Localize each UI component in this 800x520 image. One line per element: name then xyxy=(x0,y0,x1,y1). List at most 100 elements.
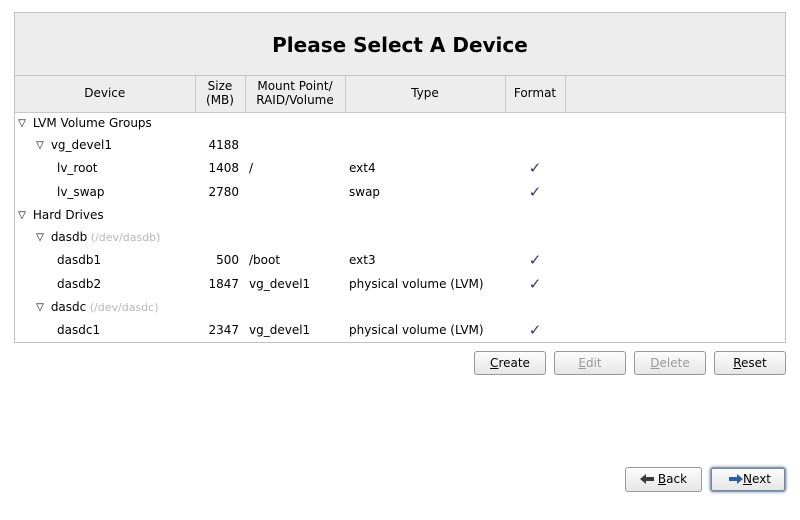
mount-cell: vg_devel1 xyxy=(245,318,345,342)
action-button-row: Create Edit Delete Reset xyxy=(14,351,786,375)
edit-button[interactable]: Edit xyxy=(554,351,626,375)
disclosure-icon[interactable]: ▽ xyxy=(35,232,45,243)
mount-cell xyxy=(245,112,345,134)
device-label: lv_root xyxy=(57,161,98,175)
mount-cell: / xyxy=(245,156,345,180)
mount-cell xyxy=(245,180,345,204)
type-cell xyxy=(345,226,505,248)
device-label: LVM Volume Groups xyxy=(29,116,152,130)
device-label: vg_devel1 xyxy=(47,138,112,152)
device-label: dasdc1 xyxy=(57,323,100,337)
type-cell: ext4 xyxy=(345,156,505,180)
col-device[interactable]: Device xyxy=(15,76,195,112)
size-cell: 1847 xyxy=(195,272,245,296)
col-size[interactable]: Size (MB) xyxy=(195,76,245,112)
device-cell: lv_root xyxy=(15,156,195,180)
format-cell: ✓ xyxy=(505,272,565,296)
format-cell: ✓ xyxy=(505,156,565,180)
device-cell: ▽ dasdc (/dev/dasdc) xyxy=(15,296,195,318)
device-cell: dasdb2 xyxy=(15,272,195,296)
reset-button[interactable]: Reset xyxy=(714,351,786,375)
mount-cell xyxy=(245,204,345,226)
col-type[interactable]: Type xyxy=(345,76,505,112)
device-hint: (/dev/dasdc) xyxy=(86,301,158,314)
table-row[interactable]: ▽ LVM Volume Groups xyxy=(15,112,785,134)
table-row[interactable]: lv_swap2780swap✓ xyxy=(15,180,785,204)
check-icon: ✓ xyxy=(529,275,542,293)
device-label: lv_swap xyxy=(57,185,104,199)
device-cell: ▽ vg_devel1 xyxy=(15,134,195,156)
type-cell: physical volume (LVM) xyxy=(345,272,505,296)
size-cell: 500 xyxy=(195,248,245,272)
table-row[interactable]: ▽ vg_devel14188 xyxy=(15,134,785,156)
device-cell: ▽ LVM Volume Groups xyxy=(15,112,195,134)
title-bar: Please Select A Device xyxy=(15,13,785,76)
size-cell: 1408 xyxy=(195,156,245,180)
device-table-wrap: Device Size (MB) Mount Point/ RAID/Volum… xyxy=(15,76,785,342)
device-cell: ▽ Hard Drives xyxy=(15,204,195,226)
device-label: dasdb2 xyxy=(57,277,101,291)
next-arrow-icon xyxy=(729,473,743,487)
table-row[interactable]: dasdc1 2347vg_devel1physical volume (LVM)… xyxy=(15,318,785,342)
back-arrow-icon xyxy=(640,473,654,487)
size-cell xyxy=(195,112,245,134)
table-row[interactable]: ▽ Hard Drives xyxy=(15,204,785,226)
col-mount[interactable]: Mount Point/ RAID/Volume xyxy=(245,76,345,112)
check-icon: ✓ xyxy=(529,251,542,269)
size-cell xyxy=(195,296,245,318)
device-label: dasdb xyxy=(47,230,87,244)
device-panel: Please Select A Device Device Size (MB) … xyxy=(14,12,786,343)
table-row[interactable]: ▽ dasdb (/dev/dasdb) xyxy=(15,226,785,248)
format-cell xyxy=(505,226,565,248)
type-cell: ext3 xyxy=(345,248,505,272)
type-cell xyxy=(345,112,505,134)
size-cell: 4188 xyxy=(195,134,245,156)
table-body: ▽ LVM Volume Groups▽ vg_devel14188 lv_ro… xyxy=(15,112,785,342)
device-cell: dasdc1 xyxy=(15,318,195,342)
type-cell xyxy=(345,134,505,156)
size-cell: 2347 xyxy=(195,318,245,342)
format-cell xyxy=(505,204,565,226)
mount-cell xyxy=(245,134,345,156)
size-cell: 2780 xyxy=(195,180,245,204)
size-cell xyxy=(195,204,245,226)
type-cell: physical volume (LVM) xyxy=(345,318,505,342)
format-cell xyxy=(505,112,565,134)
create-button[interactable]: Create xyxy=(474,351,546,375)
mount-cell xyxy=(245,296,345,318)
mount-cell: /boot xyxy=(245,248,345,272)
col-extra xyxy=(565,76,785,112)
next-button[interactable]: Next xyxy=(710,467,786,492)
nav-button-row: Back Next xyxy=(625,467,786,492)
mount-cell: vg_devel1 xyxy=(245,272,345,296)
disclosure-icon[interactable]: ▽ xyxy=(17,118,27,129)
page-title: Please Select A Device xyxy=(15,33,785,57)
col-format[interactable]: Format xyxy=(505,76,565,112)
disclosure-icon[interactable]: ▽ xyxy=(35,140,45,151)
check-icon: ✓ xyxy=(529,159,542,177)
device-table: Device Size (MB) Mount Point/ RAID/Volum… xyxy=(15,76,785,342)
disclosure-icon[interactable]: ▽ xyxy=(35,302,45,313)
type-cell xyxy=(345,204,505,226)
table-row[interactable]: dasdb2 1847vg_devel1physical volume (LVM)… xyxy=(15,272,785,296)
delete-button[interactable]: Delete xyxy=(634,351,706,375)
device-label: Hard Drives xyxy=(29,208,104,222)
mount-cell xyxy=(245,226,345,248)
disclosure-icon[interactable]: ▽ xyxy=(17,210,27,221)
table-row[interactable]: dasdb1 500/bootext3 ✓ xyxy=(15,248,785,272)
type-cell xyxy=(345,296,505,318)
table-row[interactable]: ▽ dasdc (/dev/dasdc) xyxy=(15,296,785,318)
device-label: dasdc xyxy=(47,300,86,314)
back-button[interactable]: Back xyxy=(625,467,702,492)
format-cell: ✓ xyxy=(505,318,565,342)
device-cell: ▽ dasdb (/dev/dasdb) xyxy=(15,226,195,248)
device-cell: lv_swap xyxy=(15,180,195,204)
table-row[interactable]: lv_root 1408/ext4 ✓ xyxy=(15,156,785,180)
device-label: dasdb1 xyxy=(57,253,101,267)
size-cell xyxy=(195,226,245,248)
device-hint: (/dev/dasdb) xyxy=(87,231,160,244)
device-cell: dasdb1 xyxy=(15,248,195,272)
format-cell xyxy=(505,296,565,318)
format-cell: ✓ xyxy=(505,248,565,272)
type-cell: swap xyxy=(345,180,505,204)
